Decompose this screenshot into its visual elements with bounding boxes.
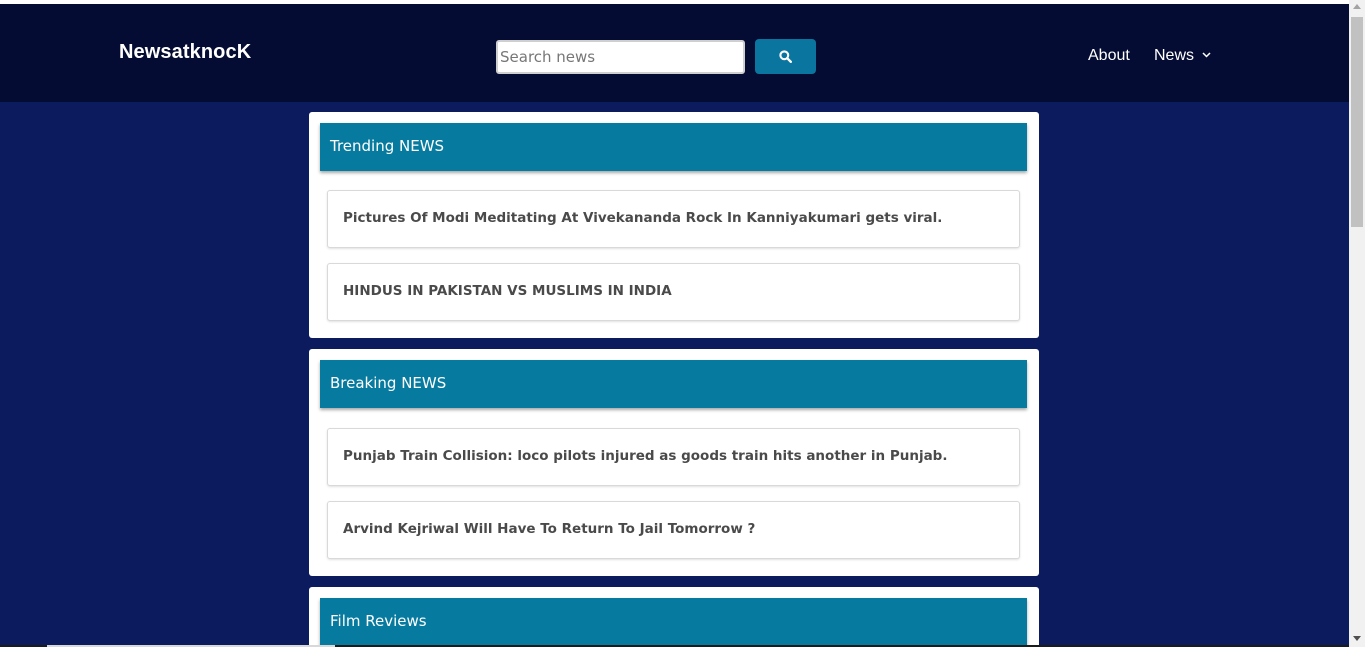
- search-button[interactable]: [755, 39, 816, 74]
- search-icon: [779, 50, 792, 63]
- chevron-down-icon: [1202, 52, 1211, 58]
- scroll-up-arrow-icon[interactable]: [1353, 4, 1361, 9]
- news-item[interactable]: HINDUS IN PAKISTAN VS MUSLIMS IN INDIA: [327, 263, 1020, 321]
- section-header-trending: Trending NEWS: [320, 123, 1027, 171]
- main-content: Trending NEWS Pictures Of Modi Meditatin…: [0, 102, 1349, 647]
- news-item[interactable]: Arvind Kejriwal Will Have To Return To J…: [327, 501, 1020, 559]
- nav-dropdown-news[interactable]: News: [1154, 47, 1211, 65]
- news-item-title: Pictures Of Modi Meditating At Vivekanan…: [343, 210, 943, 226]
- browser-viewport: NewsatknocK About News Trending NEWS Pic…: [0, 0, 1349, 647]
- section-title: Trending NEWS: [330, 137, 445, 155]
- trending-news-card: Trending NEWS Pictures Of Modi Meditatin…: [309, 112, 1039, 338]
- section-title: Film Reviews: [330, 612, 427, 630]
- nav-news-label: News: [1154, 47, 1195, 64]
- search-input[interactable]: [496, 40, 745, 74]
- section-header-film-reviews: Film Reviews: [320, 598, 1027, 646]
- film-reviews-card: Film Reviews: [309, 587, 1039, 647]
- nav-link-about[interactable]: About: [1088, 47, 1130, 65]
- navbar: NewsatknocK About News: [0, 4, 1349, 102]
- news-item-title: Punjab Train Collision: loco pilots inju…: [343, 448, 948, 464]
- news-item[interactable]: Pictures Of Modi Meditating At Vivekanan…: [327, 190, 1020, 248]
- news-item-title: HINDUS IN PAKISTAN VS MUSLIMS IN INDIA: [343, 283, 672, 299]
- brand-logo[interactable]: NewsatknocK: [119, 41, 251, 64]
- section-header-breaking: Breaking NEWS: [320, 360, 1027, 408]
- news-item-title: Arvind Kejriwal Will Have To Return To J…: [343, 521, 756, 537]
- section-title: Breaking NEWS: [330, 374, 447, 392]
- scroll-down-arrow-icon[interactable]: [1353, 636, 1361, 641]
- breaking-news-card: Breaking NEWS Punjab Train Collision: lo…: [309, 349, 1039, 576]
- vertical-scrollbar[interactable]: [1349, 0, 1365, 647]
- news-item[interactable]: Punjab Train Collision: loco pilots inju…: [327, 428, 1020, 486]
- vertical-scroll-thumb[interactable]: [1351, 17, 1363, 227]
